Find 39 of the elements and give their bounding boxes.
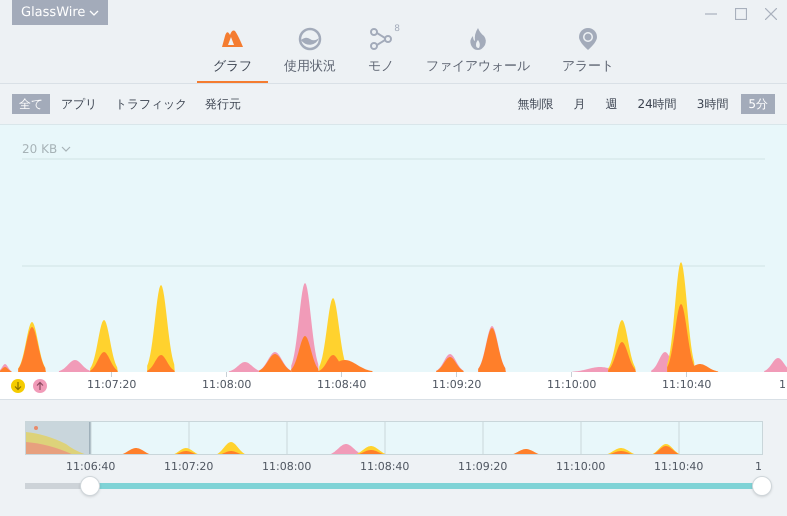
close-icon (765, 8, 777, 20)
time-label: 1 (755, 459, 762, 475)
maximize-icon (735, 8, 747, 20)
time-label: 11:06:40 (66, 459, 116, 475)
time-label: 11:08:40 (317, 377, 366, 393)
nav-tab[interactable]: ファイアウォール (410, 25, 546, 83)
range-tab[interactable]: 3時間 (690, 94, 736, 114)
chevron-down-icon (89, 10, 100, 16)
slider-handle[interactable] (80, 476, 100, 496)
time-label: 11:08:40 (360, 459, 410, 475)
time-label: 11:07:20 (164, 459, 214, 475)
time-label: 11:07:20 (87, 377, 136, 393)
time-label: 11:10:40 (654, 459, 704, 475)
time-label: 11:10:40 (662, 377, 712, 393)
chevron-down-icon (61, 146, 72, 152)
range-tab[interactable]: 週 (598, 94, 624, 114)
count-label: 8 (394, 23, 400, 36)
upload-icon (32, 378, 48, 394)
gauge-icon (298, 27, 322, 51)
time-label: 1 (779, 377, 786, 393)
nav-tab[interactable]: モノ 8 (352, 25, 410, 83)
range-tab[interactable]: 月 (566, 94, 592, 114)
time-label: 11:09:20 (432, 377, 482, 393)
slider-handle[interactable] (752, 476, 772, 496)
nav-tab[interactable]: 使用状況 (268, 25, 352, 83)
range-tab[interactable]: 無制限 (510, 94, 560, 114)
time-label: 11:10:00 (556, 459, 606, 475)
range-tab[interactable]: 24時間 (630, 94, 684, 114)
map-pin-icon (576, 27, 600, 51)
nav-tab[interactable]: アラート (546, 25, 630, 83)
time-label: 11:08:00 (262, 459, 312, 475)
time-label: 11:08:00 (202, 377, 252, 393)
download-icon (10, 378, 26, 394)
time-label: 11:09:20 (458, 459, 508, 475)
filter-tab[interactable]: 発行元 (198, 94, 248, 114)
time-label: 11:10:00 (547, 377, 596, 393)
filter-tab[interactable]: アプリ (54, 94, 104, 114)
network-icon (369, 27, 393, 51)
filter-tab[interactable]: トラフィック (108, 94, 194, 114)
